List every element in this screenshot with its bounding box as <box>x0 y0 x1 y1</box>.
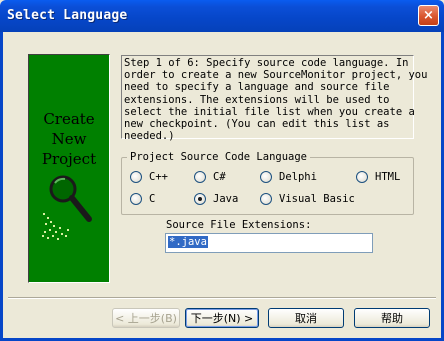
radio-delphi[interactable]: Delphi <box>260 171 317 183</box>
radio-label: Java <box>213 193 239 205</box>
cancel-button[interactable]: 取消 <box>268 308 344 328</box>
radio-indicator[interactable] <box>260 171 272 183</box>
logo-line-create: Create <box>43 110 95 128</box>
radio-indicator[interactable] <box>194 171 206 183</box>
radio-indicator[interactable] <box>130 193 142 205</box>
language-groupbox <box>121 157 414 215</box>
radio-label: Visual Basic <box>279 193 355 205</box>
logo-text: Create New Project <box>29 109 109 169</box>
logo-line-project: Project <box>41 150 97 168</box>
close-icon: × <box>423 8 434 23</box>
radio-c[interactable]: C <box>130 193 155 205</box>
radio-label: C <box>149 193 156 205</box>
radio-label: C# <box>213 171 226 183</box>
radio-label: HTML <box>375 171 401 183</box>
back-button[interactable]: < 上一步(B) <box>112 308 180 328</box>
help-button[interactable]: 帮助 <box>354 308 430 328</box>
radio-label: C++ <box>149 171 168 183</box>
magnifier-icon <box>42 175 92 240</box>
radio-indicator[interactable] <box>356 171 368 183</box>
radio-java[interactable]: Java <box>194 193 238 205</box>
logo-line-new: New <box>51 130 87 148</box>
radio-indicator[interactable] <box>130 171 142 183</box>
radio-label: Delphi <box>279 171 317 183</box>
radio-visual-basic[interactable]: Visual Basic <box>260 193 355 205</box>
title-bar[interactable]: Select Language × <box>0 0 444 32</box>
extensions-value: *.java <box>168 236 208 248</box>
language-group-title: Project Source Code Language <box>127 151 311 163</box>
window-title: Select Language <box>7 8 128 23</box>
radio-indicator-checked[interactable] <box>194 193 206 205</box>
button-separator <box>8 297 436 299</box>
radio-indicator[interactable] <box>260 193 272 205</box>
wizard-logo-panel: Create New Project <box>28 54 110 283</box>
close-button[interactable]: × <box>418 5 439 26</box>
extensions-input[interactable]: *.java <box>165 233 373 253</box>
extensions-label: Source File Extensions: <box>166 219 312 231</box>
next-button[interactable]: 下一步(N) > <box>185 308 259 328</box>
radio-csharp[interactable]: C# <box>194 171 226 183</box>
step-description: Step 1 of 6: Specify source code languag… <box>121 55 427 142</box>
radio-cpp[interactable]: C++ <box>130 171 168 183</box>
radio-html[interactable]: HTML <box>356 171 400 183</box>
window-frame-left <box>0 32 3 341</box>
